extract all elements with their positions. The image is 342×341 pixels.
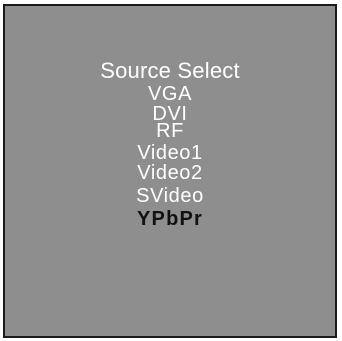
source-option-video2[interactable]: Video2 <box>5 162 335 185</box>
source-select-menu: Source Select VGA DVI RF Video1 Video2 S… <box>3 4 337 338</box>
source-list: VGA DVI RF Video1 Video2 SVideo YPbPr <box>5 83 335 231</box>
source-option-ypbpr[interactable]: YPbPr <box>5 208 335 231</box>
source-option-video1[interactable]: Video1 <box>5 140 335 164</box>
menu-title: Source Select <box>100 58 240 83</box>
source-option-svideo[interactable]: SVideo <box>5 185 335 208</box>
source-option-rf[interactable]: RF <box>5 121 335 141</box>
